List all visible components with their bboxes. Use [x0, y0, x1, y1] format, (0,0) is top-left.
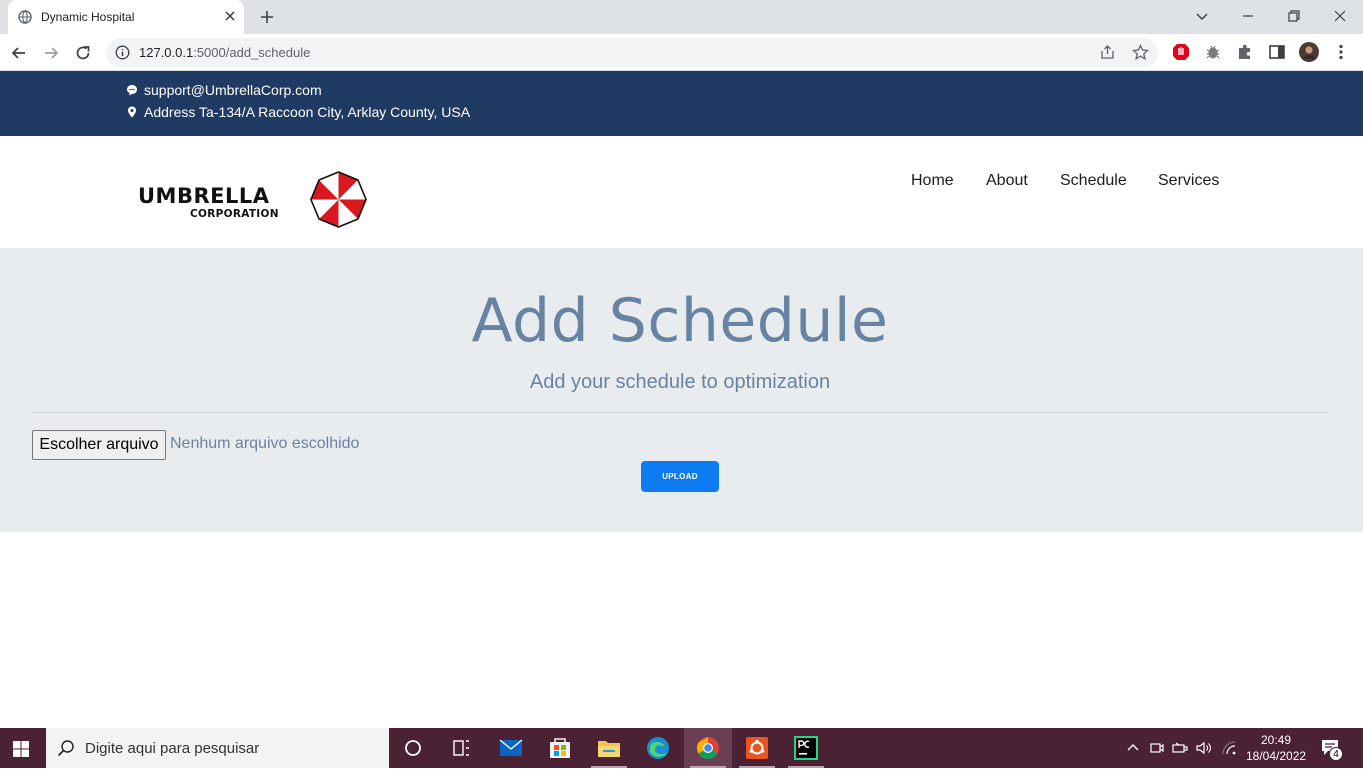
upload-button[interactable]: UPLOAD	[641, 461, 719, 492]
bookmark-star-icon[interactable]	[1132, 44, 1149, 61]
mail-app-icon[interactable]	[487, 728, 535, 768]
search-icon	[57, 740, 74, 757]
support-email[interactable]: support@UmbrellaCorp.com	[144, 82, 322, 98]
address-text: Address Ta-134/A Raccoon City, Arklay Co…	[144, 104, 471, 120]
page-subtitle: Add your schedule to optimization	[529, 371, 831, 393]
email-row: support@UmbrellaCorp.com	[126, 82, 322, 98]
camera-tray-icon[interactable]	[1148, 739, 1166, 757]
url-text: 127.0.0.1:5000/add_schedule	[139, 45, 310, 60]
chat-bubble-icon	[127, 85, 137, 96]
browser-tab-bar: Dynamic Hospital	[0, 0, 1363, 34]
web-page: support@UmbrellaCorp.com Address Ta-134/…	[0, 71, 1363, 728]
add-schedule-section: Add Schedule Add your schedule to optimi…	[0, 248, 1363, 532]
close-tab-icon[interactable]	[222, 8, 238, 24]
umbrella-corporation-logo[interactable]: UMBRELLA CORPORATION	[138, 170, 370, 232]
globe-icon	[18, 10, 32, 24]
back-icon[interactable]	[9, 43, 29, 63]
url-host: 127.0.0.1	[139, 45, 194, 60]
volume-icon[interactable]	[1195, 739, 1213, 757]
tab-search-icon[interactable]	[1192, 6, 1212, 26]
windows-start-icon[interactable]	[0, 728, 44, 768]
notification-count-badge: 4	[1329, 747, 1343, 761]
task-view-icon[interactable]	[437, 728, 485, 768]
address-bar[interactable]: 127.0.0.1:5000/add_schedule	[106, 38, 1158, 67]
site-header: UMBRELLA CORPORATION Home About Schedule…	[0, 136, 1363, 248]
clock-date: 18/04/2022	[1246, 749, 1307, 763]
search-placeholder: Digite aqui para pesquisar	[85, 740, 260, 757]
file-status-text: Nenhum arquivo escolhido	[170, 435, 360, 452]
nav-home[interactable]: Home	[911, 172, 954, 190]
minimize-icon[interactable]	[1238, 6, 1258, 26]
bug-extension-icon[interactable]	[1203, 42, 1223, 62]
address-row: Address Ta-134/A Raccoon City, Arklay Co…	[126, 104, 470, 120]
adblock-extension-icon[interactable]	[1171, 42, 1191, 62]
nav-about[interactable]: About	[986, 172, 1028, 190]
file-explorer-app[interactable]	[585, 728, 633, 768]
clock[interactable]: 20:49 18/04/2022	[1246, 732, 1306, 764]
logo-word-umbrella: UMBRELLA	[138, 184, 270, 208]
browser-toolbar: 127.0.0.1:5000/add_schedule	[0, 34, 1363, 71]
choose-file-button[interactable]: Escolher arquivo	[32, 430, 166, 460]
share-icon[interactable]	[1099, 44, 1116, 61]
microsoft-store-icon[interactable]	[536, 728, 584, 768]
profile-avatar-icon[interactable]	[1299, 42, 1319, 62]
page-title: Add Schedule	[471, 286, 889, 356]
wifi-signal-icon[interactable]	[1220, 739, 1238, 757]
site-info-icon[interactable]	[115, 45, 130, 60]
cortana-icon[interactable]	[389, 728, 437, 768]
chrome-browser-app[interactable]	[684, 728, 732, 768]
edge-browser-icon[interactable]	[634, 728, 682, 768]
nav-services[interactable]: Services	[1158, 172, 1219, 190]
network-icon[interactable]	[1171, 739, 1189, 757]
action-center-button[interactable]: 4	[1320, 738, 1344, 761]
windows-taskbar: Digite aqui para pesquisar 20:49 18/04/2…	[0, 728, 1363, 768]
ubuntu-terminal-app[interactable]	[733, 728, 781, 768]
show-hidden-icons-icon[interactable]	[1124, 739, 1142, 757]
chrome-icon	[697, 737, 719, 759]
logo-word-corporation: CORPORATION	[190, 208, 279, 220]
nav-schedule[interactable]: Schedule	[1060, 172, 1127, 190]
clock-time: 20:49	[1260, 733, 1292, 747]
browser-tab[interactable]: Dynamic Hospital	[8, 0, 244, 34]
reload-icon[interactable]	[73, 43, 93, 63]
new-tab-icon[interactable]	[258, 8, 276, 26]
close-window-icon[interactable]	[1330, 6, 1350, 26]
ubuntu-icon	[746, 737, 768, 759]
map-pin-icon	[128, 106, 136, 118]
extensions-puzzle-icon[interactable]	[1235, 42, 1255, 62]
umbrella-logo-icon	[310, 171, 367, 228]
browser-menu-icon[interactable]	[1331, 42, 1351, 62]
divider	[32, 412, 1328, 413]
folder-icon	[598, 741, 620, 757]
url-path: :5000/add_schedule	[193, 45, 311, 60]
restore-icon[interactable]	[1284, 6, 1304, 26]
pycharm-app[interactable]	[782, 728, 830, 768]
taskbar-search-box[interactable]: Digite aqui para pesquisar	[46, 728, 389, 768]
forward-icon[interactable]	[41, 43, 61, 63]
side-panel-icon[interactable]	[1267, 42, 1287, 62]
pycharm-icon	[794, 736, 818, 760]
contact-topbar: support@UmbrellaCorp.com Address Ta-134/…	[0, 71, 1363, 136]
tab-title: Dynamic Hospital	[41, 10, 135, 24]
